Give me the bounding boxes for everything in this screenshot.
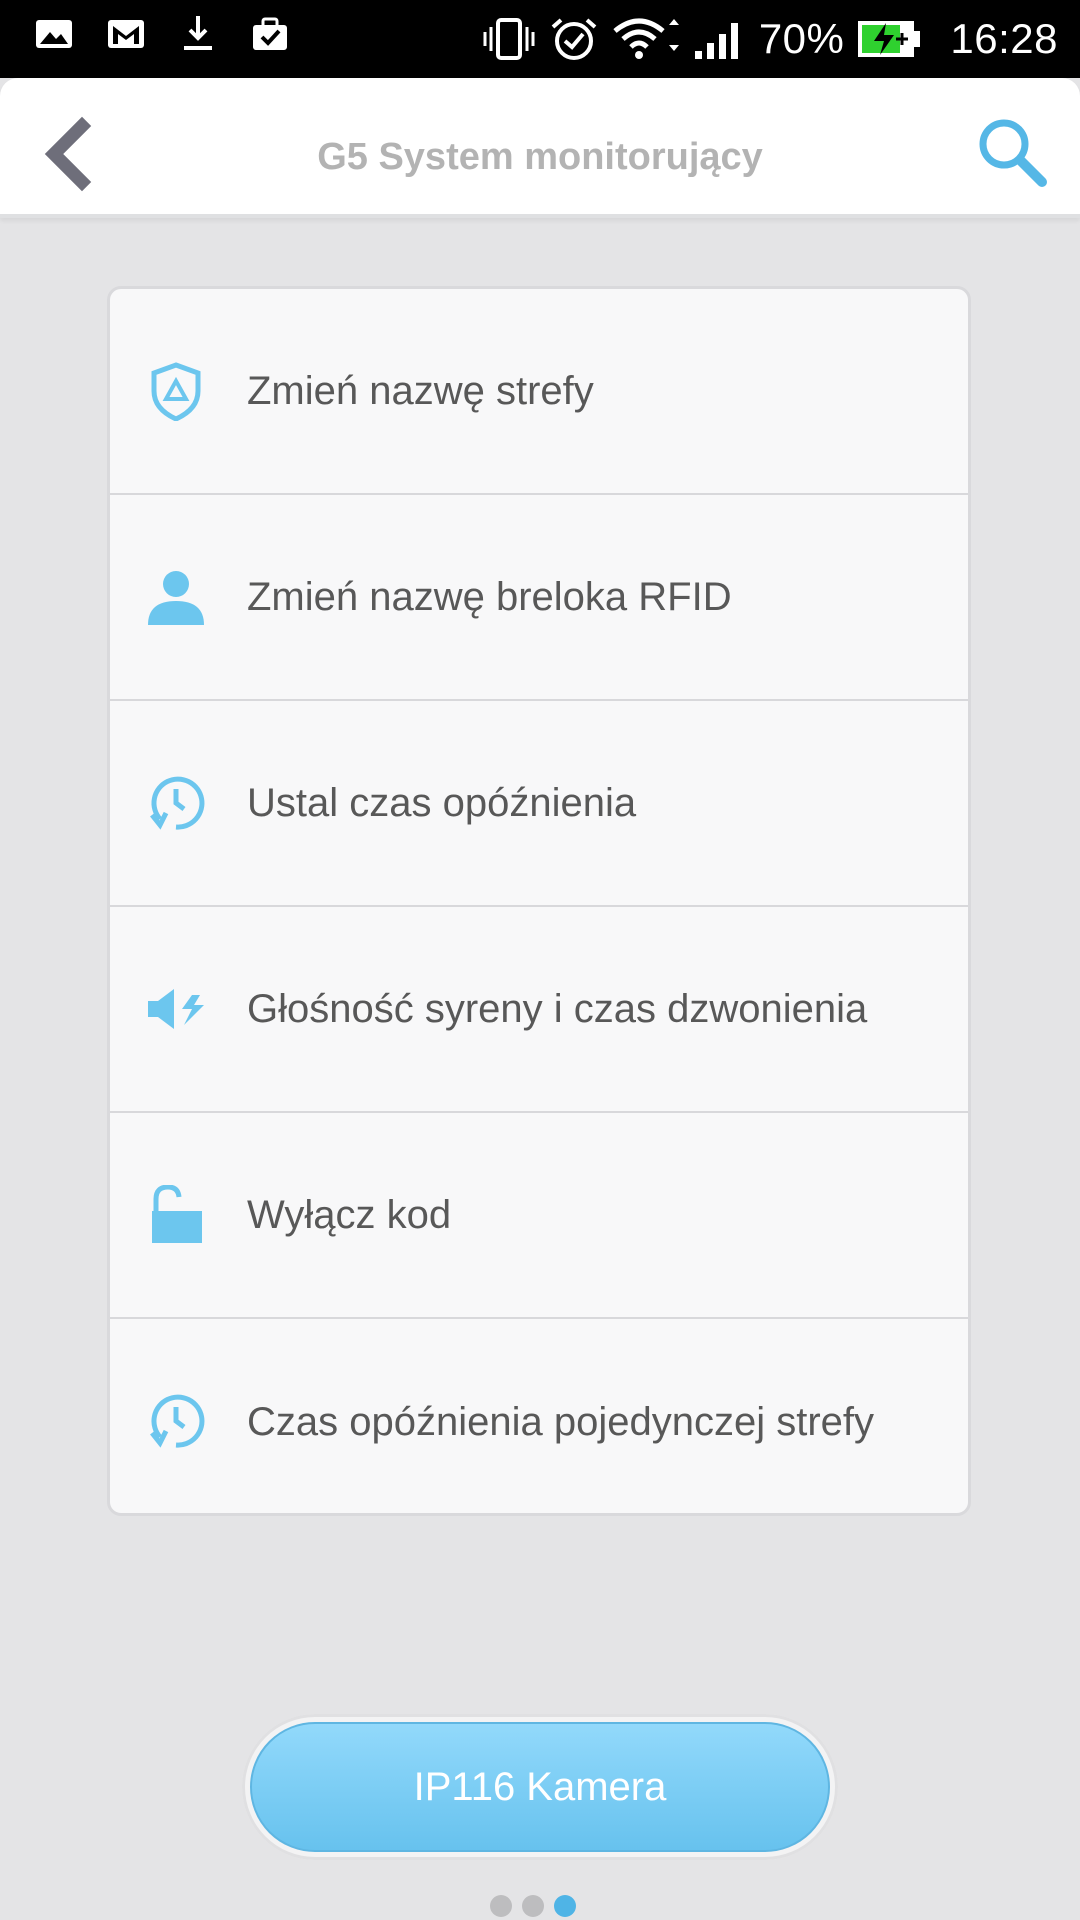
menu-item-label: Ustal czas opóźnienia: [247, 780, 637, 825]
menu-item-set-delay[interactable]: Ustal czas opóźnienia: [110, 701, 968, 907]
page-dot-2[interactable]: [522, 1895, 544, 1917]
search-icon[interactable]: [974, 114, 1050, 190]
shield-icon: [151, 362, 201, 421]
status-bar: 70% 16:28: [0, 0, 1080, 78]
page-dot-1[interactable]: [490, 1895, 512, 1917]
unlock-icon: [152, 1185, 202, 1243]
menu-item-label: Zmień nazwę breloka RFID: [247, 574, 732, 619]
alarm-icon: [551, 18, 597, 60]
user-icon: [148, 571, 204, 625]
menu-item-rename-rfid[interactable]: Zmień nazwę breloka RFID: [110, 495, 968, 701]
clock-delay-icon: [150, 1394, 205, 1448]
page-title: G5 System monitorujący: [317, 136, 763, 178]
clock: 16:28: [950, 15, 1058, 62]
settings-menu: Zmień nazwę strefy Zmień nazwę breloka R…: [107, 286, 971, 1516]
menu-item-label: Zmień nazwę strefy: [247, 368, 594, 413]
menu-item-label: Wyłącz kod: [247, 1192, 452, 1237]
battery-charging-icon: [858, 21, 921, 57]
page-dot-3-active[interactable]: [554, 1895, 576, 1917]
menu-item-single-zone-delay[interactable]: Czas opóźnienia pojedynczej strefy: [110, 1319, 968, 1513]
download-icon: [184, 16, 212, 50]
app-header: G5 System monitorujący: [0, 78, 1080, 218]
menu-item-label: Głośność syreny i czas dzwonienia: [247, 986, 868, 1031]
clock-delay-icon: [150, 776, 205, 830]
battery-percent: 70%: [758, 15, 845, 62]
gmail-icon: [108, 20, 144, 48]
menu-item-rename-zone[interactable]: Zmień nazwę strefy: [110, 289, 968, 495]
menu-item-siren-volume[interactable]: Głośność syreny i czas dzwonienia: [110, 907, 968, 1113]
wifi-icon: [613, 18, 679, 59]
signal-icon: [694, 23, 738, 59]
briefcase-icon: [253, 17, 287, 50]
menu-item-label: Czas opóźnienia pojedynczej strefy: [247, 1399, 875, 1444]
ip-camera-button[interactable]: IP116 Kamera: [250, 1722, 830, 1852]
menu-item-disable-code[interactable]: Wyłącz kod: [110, 1113, 968, 1319]
speaker-icon: [148, 989, 204, 1029]
page-indicator: [490, 1895, 586, 1917]
vibrate-icon: [483, 18, 535, 60]
gallery-icon: [36, 20, 72, 48]
